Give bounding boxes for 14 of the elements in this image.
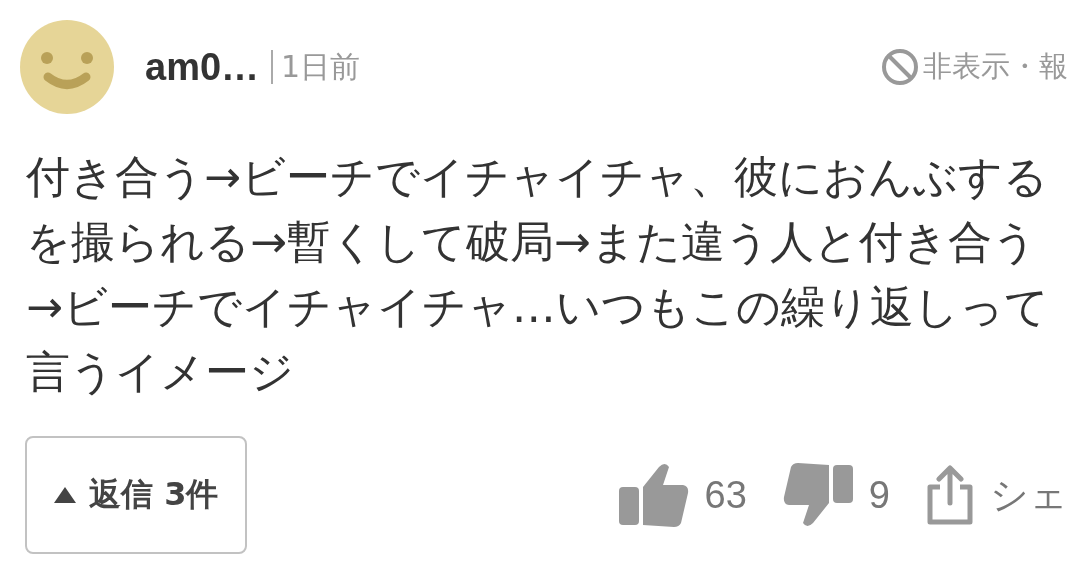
- hide-report-link[interactable]: 非表示・報: [923, 47, 1068, 87]
- post-time: 1日前: [281, 47, 361, 86]
- avatar-icon: [20, 20, 114, 114]
- caret-icon: [53, 486, 77, 504]
- user-name[interactable]: am0…: [145, 45, 260, 89]
- share-icon: [926, 465, 974, 525]
- replies-button[interactable]: 返信 3件: [25, 436, 247, 554]
- comment-text: 付き合う→ビーチでイチャイチャ、彼におんぶする を撮られる→暫くして破局→また違う人と付き合う →ビーチでイチャイチャ…いつもこの繰り返しって 言うイメージ: [26, 150, 1050, 399]
- share-button[interactable]: シェ: [926, 465, 1068, 525]
- dislike-button[interactable]: 9: [782, 463, 890, 527]
- like-button[interactable]: 63: [618, 463, 747, 527]
- thumbs-down-icon: [782, 463, 853, 527]
- block-icon[interactable]: [881, 48, 919, 86]
- thumbs-up-icon: [618, 463, 689, 527]
